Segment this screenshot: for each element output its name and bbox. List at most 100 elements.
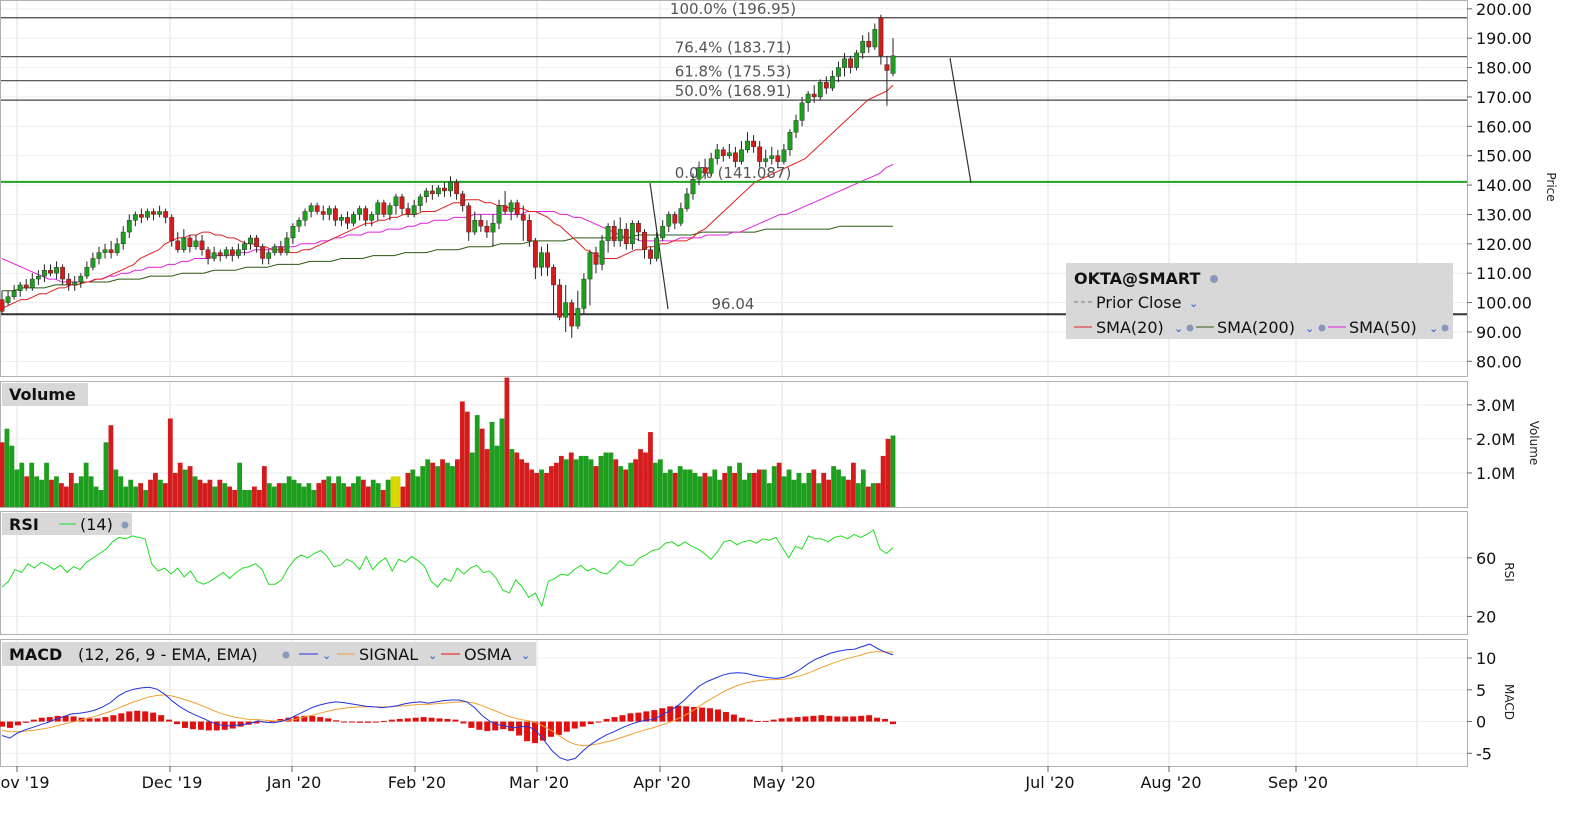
- volume-bar: [509, 449, 515, 507]
- x-tick-label: May '20: [753, 773, 816, 792]
- volume-bar: [321, 479, 327, 507]
- volume-bar: [707, 476, 713, 507]
- volume-bar: [83, 462, 89, 507]
- volume-bar: [336, 476, 341, 507]
- osma-bar: [452, 719, 459, 722]
- candle-body: [375, 202, 381, 215]
- osma-bar: [388, 719, 395, 722]
- osma-chevron-icon[interactable]: ⌄: [521, 649, 530, 662]
- candle-body: [345, 217, 350, 224]
- candle-body: [757, 146, 763, 162]
- candle-body: [708, 158, 714, 174]
- volume-bar: [242, 489, 247, 507]
- volume-bar: [563, 459, 569, 507]
- candle-body: [454, 181, 459, 195]
- candle-body: [733, 152, 738, 162]
- volume-bar: [450, 466, 455, 507]
- candle-body: [181, 237, 187, 250]
- volume-bar: [727, 466, 733, 507]
- candle-body: [466, 205, 472, 233]
- volume-bar: [113, 469, 119, 507]
- volume-bar: [148, 479, 153, 507]
- macd-axis-title: MACD: [1502, 684, 1516, 720]
- candle-body: [623, 228, 629, 245]
- candle-body: [387, 205, 393, 215]
- volume-bar: [603, 452, 609, 507]
- volume-bar: [301, 486, 307, 507]
- macd-title[interactable]: MACD (12, 26, 9 - EMA, EMA) ⌄ SIGNAL ⌄ O…: [2, 642, 536, 666]
- osma-bar: [396, 719, 403, 722]
- volume-bar: [73, 483, 79, 507]
- sma50-settings-icon[interactable]: [1441, 324, 1449, 332]
- volume-bar: [519, 459, 525, 507]
- osma-bar: [508, 721, 515, 732]
- candle-body: [702, 167, 708, 174]
- volume-bar: [306, 483, 312, 507]
- osma-bar: [134, 710, 141, 722]
- price-legend[interactable]: OKTA@SMART Prior Close ⌄ SMA(20) ⌄ SMA(2…: [1066, 263, 1453, 339]
- macd-signal-label[interactable]: SIGNAL: [359, 645, 418, 664]
- osma-bar: [237, 721, 244, 727]
- legend-sma50[interactable]: SMA(50): [1349, 318, 1417, 337]
- sma20-chevron-icon[interactable]: ⌄: [1174, 322, 1183, 335]
- candle-body: [726, 152, 732, 156]
- volume-bar: [766, 483, 772, 507]
- candle-body: [169, 217, 175, 242]
- osma-bar: [0, 721, 5, 727]
- candle-body: [823, 82, 829, 89]
- candle-body: [836, 67, 841, 77]
- volume-bar: [430, 462, 436, 507]
- volume-bar: [261, 466, 267, 507]
- osma-bar: [22, 721, 29, 723]
- macd-settings-icon[interactable]: [282, 651, 290, 659]
- volume-bar: [395, 476, 401, 507]
- symbol-settings-icon[interactable]: [1210, 275, 1218, 283]
- candle-body: [199, 240, 205, 250]
- candle-body: [605, 225, 611, 242]
- rsi-param-text[interactable]: (14): [80, 515, 113, 534]
- candle-body: [5, 296, 11, 303]
- volume-bar: [573, 459, 579, 507]
- signal-chevron-icon[interactable]: ⌄: [428, 649, 437, 662]
- candle-body: [739, 149, 744, 162]
- volume-tick-label: 2.0M: [1476, 430, 1515, 449]
- volume-bar: [252, 486, 257, 507]
- prior-close-chevron-icon[interactable]: ⌄: [1189, 297, 1198, 310]
- rsi-settings-icon[interactable]: [121, 521, 129, 529]
- macd-chevron-icon[interactable]: ⌄: [322, 649, 331, 662]
- candle-body: [260, 246, 266, 259]
- volume-bar: [469, 452, 475, 507]
- osma-bar: [818, 715, 825, 722]
- price-tick-label: 120.00: [1476, 235, 1532, 254]
- sma200-settings-icon[interactable]: [1318, 324, 1326, 332]
- volume-bar: [662, 472, 668, 507]
- volume-bar: [207, 479, 213, 507]
- candle-body: [472, 220, 478, 233]
- sma50-chevron-icon[interactable]: ⌄: [1429, 322, 1438, 335]
- volume-bar: [890, 435, 896, 507]
- volume-bar: [717, 479, 723, 507]
- x-tick-label: Mar '20: [509, 773, 569, 792]
- volume-bar: [534, 472, 539, 507]
- candle-body: [54, 267, 59, 274]
- volume-bar: [712, 469, 718, 507]
- rsi-title[interactable]: RSI (14): [2, 513, 132, 535]
- volume-bar: [197, 479, 203, 507]
- macd-osma-label[interactable]: OSMA: [464, 645, 512, 664]
- price-tick-label: 160.00: [1476, 117, 1532, 136]
- legend-sma200[interactable]: SMA(200): [1217, 318, 1295, 337]
- sma200-chevron-icon[interactable]: ⌄: [1305, 322, 1314, 335]
- candle-body: [78, 275, 84, 283]
- macd-params-text[interactable]: (12, 26, 9 - EMA, EMA): [78, 645, 258, 664]
- osma-bar: [412, 717, 419, 722]
- osma-bar: [404, 718, 411, 722]
- legend-sma20[interactable]: SMA(20): [1096, 318, 1164, 337]
- legend-prior-close[interactable]: Prior Close: [1096, 293, 1181, 312]
- macd-tick-label: 10: [1476, 649, 1496, 668]
- legend-symbol[interactable]: OKTA@SMART: [1074, 269, 1200, 288]
- volume-bar: [128, 479, 134, 507]
- candle-body: [339, 217, 344, 221]
- sma20-settings-icon[interactable]: [1186, 324, 1194, 332]
- volume-bar: [702, 472, 708, 507]
- volume-bar: [529, 469, 535, 507]
